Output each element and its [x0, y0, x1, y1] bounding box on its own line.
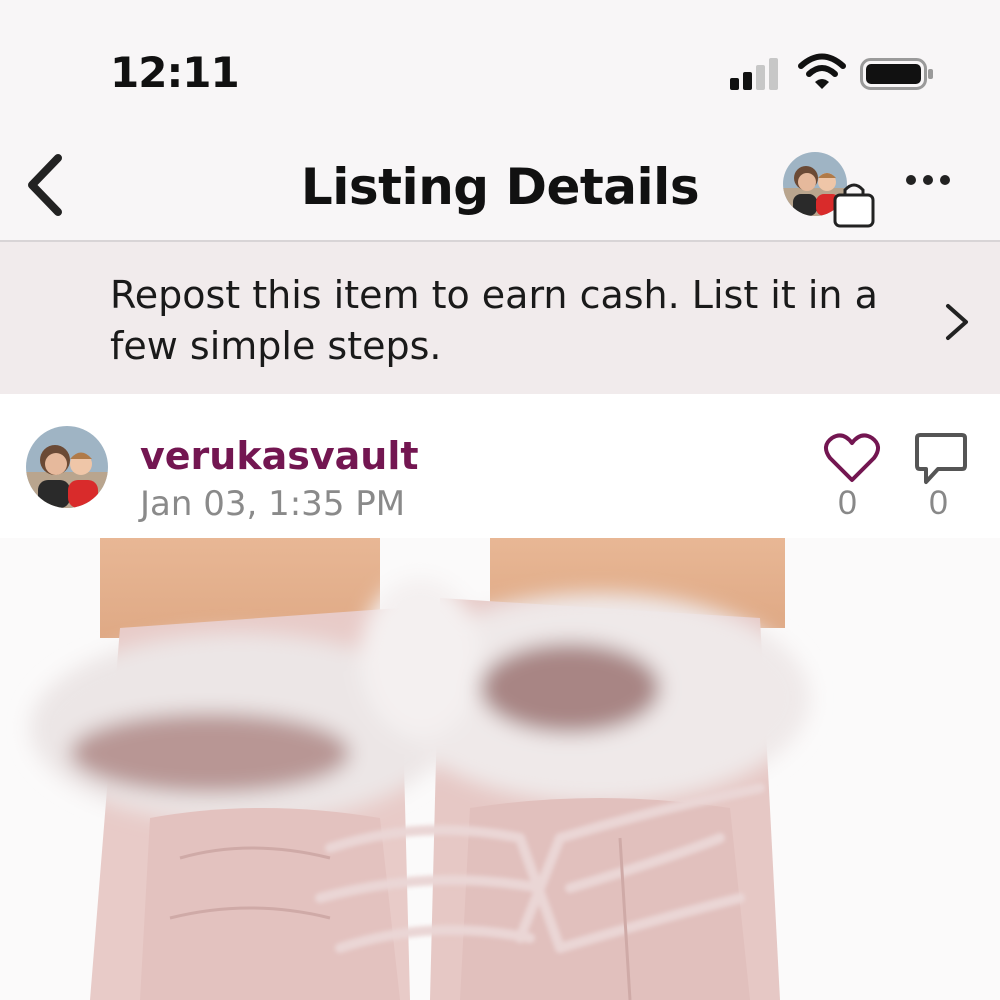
comment-count: 0	[929, 484, 948, 522]
wifi-icon	[798, 53, 846, 89]
navigation-bar: Listing Details	[0, 130, 1000, 242]
more-icon[interactable]	[903, 170, 953, 190]
author-avatar[interactable]	[26, 426, 108, 508]
banner-text: Repost this item to earn cash. List it i…	[110, 273, 878, 368]
chevron-right-icon	[946, 304, 968, 340]
status-time: 12:11	[110, 48, 240, 97]
seller-username[interactable]: verukasvault	[140, 434, 419, 478]
product-image[interactable]	[0, 538, 1000, 1000]
like-count: 0	[838, 484, 857, 522]
repost-banner[interactable]: Repost this item to earn cash. List it i…	[0, 242, 1000, 394]
signal-icon	[730, 58, 778, 90]
status-bar: 12:11	[0, 0, 1000, 130]
comment-icon[interactable]	[914, 432, 968, 488]
shopping-bag-icon[interactable]	[832, 180, 876, 228]
heart-icon[interactable]	[823, 432, 881, 484]
post-timestamp: Jan 03, 1:35 PM	[140, 484, 406, 524]
battery-icon	[860, 58, 933, 90]
post-header: verukasvault Jan 03, 1:35 PM 0 0	[0, 396, 1000, 536]
